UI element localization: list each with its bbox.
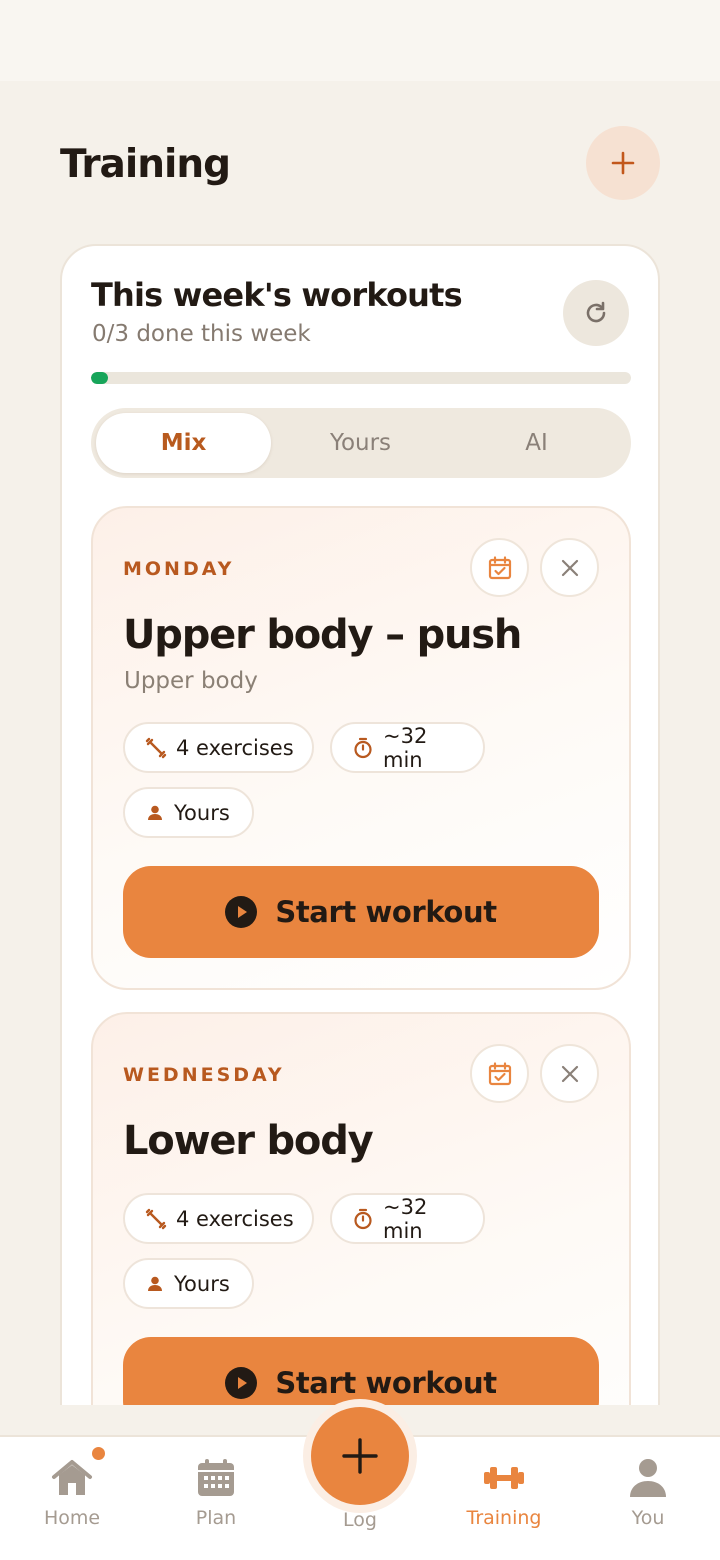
- source-label: Yours: [174, 800, 230, 825]
- nav-home[interactable]: Home: [0, 1437, 144, 1560]
- nav-training[interactable]: Training: [432, 1437, 576, 1560]
- refresh-icon: [586, 301, 606, 323]
- person-icon: [145, 803, 165, 823]
- nav-plan-label: Plan: [195, 1507, 237, 1529]
- play-icon: [225, 1367, 258, 1399]
- add-workout-button[interactable]: [586, 126, 660, 200]
- nav-home-label: Home: [43, 1507, 101, 1529]
- start-workout-label: Start workout: [275, 895, 497, 929]
- weekly-workouts-card: This week's workouts 0/3 done this week …: [60, 244, 660, 1405]
- exercises-count: 4 exercises: [176, 735, 294, 760]
- page-title: Training: [60, 142, 231, 187]
- log-fab-button[interactable]: [311, 1407, 409, 1505]
- weekly-title: This week's workouts: [91, 276, 463, 314]
- duration-value: ~32 min: [383, 723, 428, 772]
- timer-icon: [352, 737, 374, 759]
- weekly-progress-bar: [91, 372, 631, 384]
- workout-day: WEDNESDAY: [123, 1064, 285, 1086]
- workout-subtitle: Upper body: [124, 668, 258, 694]
- source-chip: Yours: [123, 1258, 254, 1309]
- nav-log-label: Log: [343, 1509, 377, 1531]
- dumbbell-diagonal-icon: [145, 737, 167, 759]
- workout-card: WEDNESDAY Lower body 4 exercises ~32 min…: [91, 1012, 631, 1405]
- progress-fill: [91, 372, 108, 384]
- notification-dot: [90, 1445, 107, 1462]
- workout-card: MONDAY Upper body – push Upper body 4 ex…: [91, 506, 631, 990]
- tab-yours[interactable]: Yours: [273, 413, 448, 473]
- source-label: Yours: [174, 1271, 230, 1296]
- calendar-check-icon: [488, 1061, 511, 1085]
- nav-you[interactable]: You: [576, 1437, 720, 1560]
- plus-icon: [342, 1438, 378, 1474]
- page-header: Training: [60, 126, 660, 200]
- status-bar: [0, 0, 720, 81]
- plus-icon: [611, 151, 635, 175]
- exercises-count: 4 exercises: [176, 1206, 294, 1231]
- exercises-chip: 4 exercises: [123, 1193, 314, 1244]
- home-icon: [51, 1445, 107, 1501]
- timer-icon: [352, 1208, 374, 1230]
- tab-mix[interactable]: Mix: [96, 413, 271, 473]
- workout-title: Upper body – push: [123, 612, 522, 658]
- person-icon: [145, 1274, 165, 1294]
- start-workout-button[interactable]: Start workout: [123, 866, 599, 958]
- play-icon: [225, 896, 258, 928]
- calendar-check-icon: [488, 555, 511, 579]
- start-workout-button[interactable]: Start workout: [123, 1337, 599, 1405]
- content-scroll[interactable]: This week's workouts 0/3 done this week …: [0, 200, 720, 1405]
- weekly-progress-text: 0/3 done this week: [92, 321, 311, 347]
- duration-chip: ~32 min: [330, 722, 485, 773]
- source-chip: Yours: [123, 787, 254, 838]
- user-icon: [628, 1455, 668, 1501]
- dismiss-button[interactable]: [540, 538, 599, 597]
- tab-ai[interactable]: AI: [449, 413, 624, 473]
- dumbbell-icon: [482, 1455, 526, 1501]
- workout-title: Lower body: [123, 1118, 374, 1164]
- schedule-button[interactable]: [470, 1044, 529, 1103]
- duration-chip: ~32 min: [330, 1193, 485, 1244]
- close-icon: [561, 1065, 578, 1082]
- schedule-button[interactable]: [470, 538, 529, 597]
- workout-day: MONDAY: [123, 558, 235, 580]
- close-icon: [561, 559, 578, 576]
- start-workout-label: Start workout: [275, 1366, 497, 1400]
- refresh-button[interactable]: [563, 280, 629, 346]
- exercises-chip: 4 exercises: [123, 722, 314, 773]
- nav-training-label: Training: [466, 1507, 542, 1529]
- nav-you-label: You: [631, 1507, 665, 1529]
- duration-value: ~32 min: [383, 1194, 428, 1243]
- dumbbell-diagonal-icon: [145, 1208, 167, 1230]
- calendar-icon: [196, 1455, 236, 1501]
- nav-plan[interactable]: Plan: [144, 1437, 288, 1560]
- source-tabs: Mix Yours AI: [91, 408, 631, 478]
- dismiss-button[interactable]: [540, 1044, 599, 1103]
